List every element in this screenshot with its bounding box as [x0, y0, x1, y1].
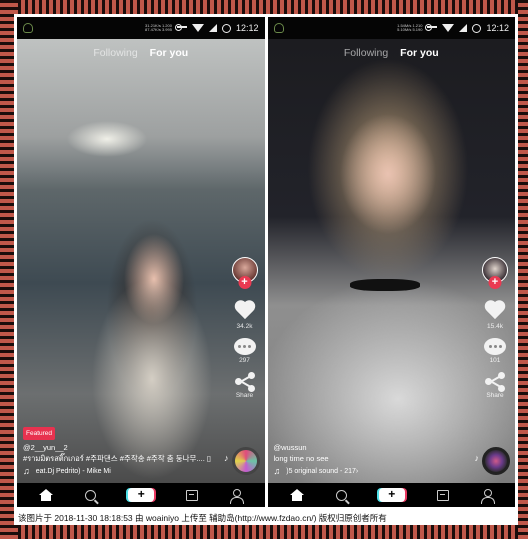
music-note-icon: ♪ — [224, 453, 229, 463]
video-caption: @wussun long time no see ♫ )5 original s… — [274, 442, 474, 477]
vpn-key-icon — [174, 23, 187, 31]
share-icon[interactable] — [234, 372, 255, 392]
inbox-icon[interactable] — [186, 489, 199, 501]
status-bar: 31.21K/s 1.200 87.47K/s 3.995 12:12 — [17, 17, 265, 39]
create-button[interactable]: + — [378, 488, 405, 502]
music-icon: ♫ — [273, 466, 281, 476]
discover-search-icon[interactable] — [85, 489, 97, 501]
video-detail — [349, 279, 420, 291]
sound-title: eat.Dj Pedrito) - Mike Mi — [35, 468, 111, 475]
upload-watermark: 该图片于 2018-11-30 18:18:53 由 woainiyo 上传至 … — [14, 511, 518, 525]
like-heart-icon[interactable] — [484, 301, 506, 321]
alarm-icon — [472, 23, 482, 33]
vpn-key-icon — [425, 23, 438, 31]
phone-screen-right: 1.54M/s 1.210 5.10M/s 5.190 12:12 Follow… — [267, 17, 516, 507]
tab-for-you[interactable]: For you — [400, 47, 439, 59]
action-column: + 15.4k 101 Share — [479, 257, 511, 399]
comment-count: 101 — [489, 357, 501, 364]
username-link[interactable]: @wussun — [274, 442, 474, 453]
home-icon[interactable] — [39, 489, 54, 501]
discover-search-icon[interactable] — [335, 489, 347, 501]
music-icon: ♫ — [23, 466, 30, 476]
music-disc[interactable] — [231, 447, 260, 475]
net-speed-down: 5.10M/s 5.190 — [397, 27, 423, 32]
profile-icon[interactable] — [480, 488, 495, 504]
network-speed: 31.21K/s 1.200 87.47K/s 3.995 — [145, 23, 172, 33]
status-bar: 1.54M/s 1.210 5.10M/s 5.190 12:12 — [267, 17, 515, 39]
phone-screen-left: 31.21K/s 1.200 87.47K/s 3.995 12:12 Foll… — [17, 17, 265, 507]
like-count: 15.4k — [487, 323, 503, 330]
video-description: long time no see — [273, 454, 329, 463]
video-content[interactable] — [267, 39, 515, 483]
lock-notification-icon — [273, 23, 284, 33]
bottom-nav: + — [17, 483, 265, 507]
tab-following[interactable]: Following — [93, 47, 137, 59]
follow-button[interactable]: + — [238, 276, 251, 289]
like-heart-icon[interactable] — [234, 301, 256, 321]
like-count: 34.2k — [236, 323, 253, 330]
bottom-nav: + — [267, 483, 515, 507]
sound-row[interactable]: ♫ )5 original sound - 217› — [274, 466, 474, 477]
comment-count: 297 — [239, 357, 250, 364]
comment-icon[interactable] — [233, 338, 256, 355]
sound-title: )5 original sound - 217› — [286, 468, 359, 475]
clock: 12:12 — [235, 23, 259, 33]
action-column: + 34.2k 297 Share — [229, 257, 261, 399]
lock-notification-icon — [23, 23, 33, 33]
music-note-icon: ♪ — [474, 453, 480, 463]
video-content[interactable] — [17, 39, 265, 483]
share-label: Share — [486, 392, 504, 399]
comment-icon[interactable] — [484, 338, 506, 355]
video-caption: Featured @2__yun__2 #รามมิตรสติ๊กเกอร์ #… — [23, 427, 223, 477]
tab-for-you[interactable]: For you — [150, 47, 189, 59]
create-button[interactable]: + — [128, 488, 155, 502]
follow-button[interactable]: + — [488, 276, 502, 289]
screenshot-container: 31.21K/s 1.200 87.47K/s 3.995 12:12 Foll… — [14, 14, 518, 511]
clock: 12:12 — [486, 23, 509, 33]
home-icon[interactable] — [289, 489, 304, 501]
creator-avatar[interactable]: + — [231, 257, 258, 289]
creator-avatar[interactable]: + — [482, 257, 508, 289]
signal-icon — [208, 24, 217, 32]
music-disc[interactable] — [482, 447, 510, 475]
signal-icon — [459, 24, 468, 32]
video-description: #รามมิตรสติ๊กเกอร์ #주파댄스 #주작송 #주작 춤 둥나무.… — [23, 454, 212, 463]
featured-badge: Featured — [23, 427, 56, 440]
share-icon[interactable] — [485, 372, 505, 392]
inbox-icon[interactable] — [436, 489, 449, 501]
wifi-icon — [442, 24, 455, 32]
alarm-icon — [221, 23, 231, 33]
net-speed-down: 87.47K/s 3.995 — [145, 27, 172, 32]
tab-following[interactable]: Following — [344, 47, 388, 59]
profile-icon[interactable] — [230, 488, 245, 504]
sound-row[interactable]: ♫ eat.Dj Pedrito) - Mike Mi — [23, 466, 223, 477]
network-speed: 1.54M/s 1.210 5.10M/s 5.190 — [397, 23, 423, 33]
username-link[interactable]: @2__yun__2 — [23, 442, 223, 453]
share-label: Share — [235, 392, 254, 399]
feed-tabs: Following For you — [17, 47, 265, 59]
decorative-frame-right — [518, 0, 528, 539]
wifi-icon — [191, 24, 204, 32]
feed-tabs: Following For you — [268, 47, 516, 59]
